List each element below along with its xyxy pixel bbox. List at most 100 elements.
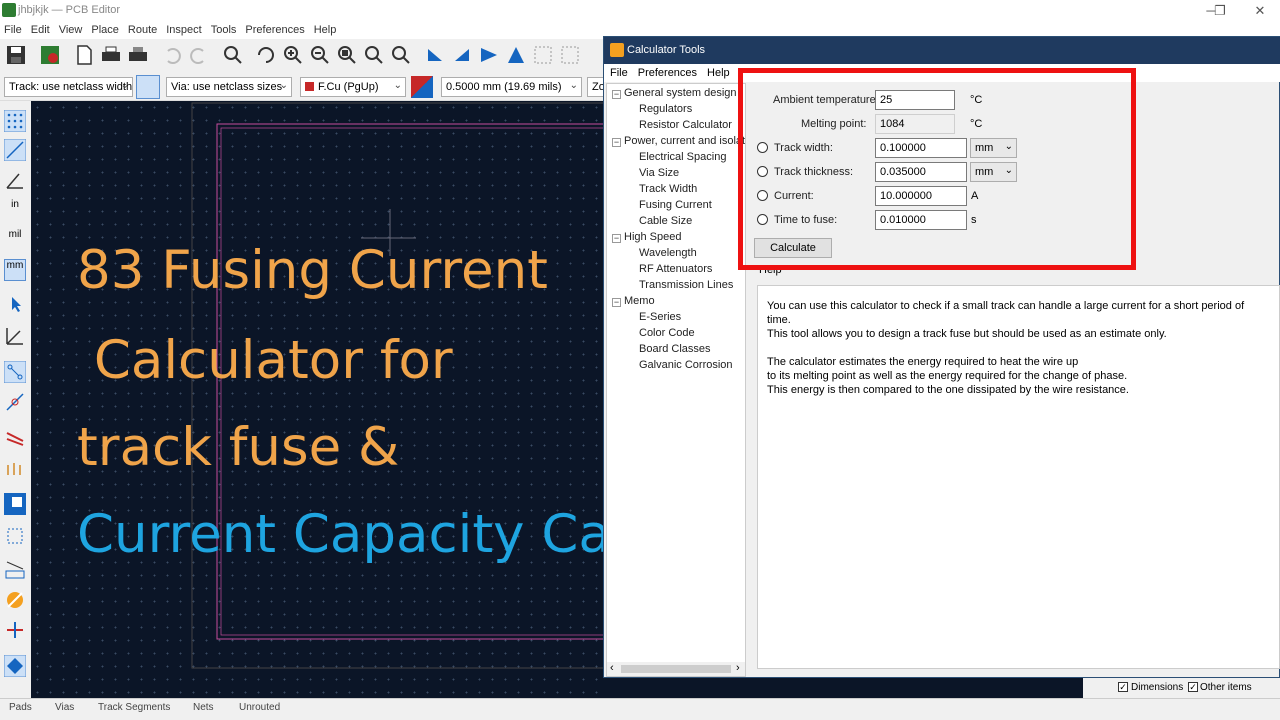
menu-preferences[interactable]: Preferences bbox=[241, 22, 309, 39]
units-inch-button[interactable]: in bbox=[4, 199, 26, 221]
zoom-selection-icon[interactable] bbox=[389, 43, 413, 67]
cursor-icon[interactable] bbox=[4, 293, 26, 315]
dimensions-checkbox[interactable]: ✓ bbox=[1118, 682, 1128, 692]
tree-item-fusing-current[interactable]: Fusing Current bbox=[639, 199, 712, 211]
status-pads: Pads bbox=[9, 702, 32, 713]
layers-icon[interactable] bbox=[4, 525, 26, 547]
print-icon[interactable] bbox=[99, 43, 123, 67]
refresh-icon[interactable] bbox=[254, 43, 278, 67]
scroll-left-icon[interactable]: ‹ bbox=[610, 662, 614, 674]
zoom-in-icon[interactable] bbox=[281, 43, 305, 67]
group-icon[interactable] bbox=[531, 43, 555, 67]
grid-dots-icon[interactable] bbox=[4, 110, 26, 132]
tree-item-electrical-spacing[interactable]: Electrical Spacing bbox=[639, 151, 726, 163]
status-bar: Pads Vias Track Segments Nets Unrouted bbox=[0, 698, 1280, 720]
tree-group-high-speed[interactable]: High Speed bbox=[624, 231, 682, 243]
calc-menu-help[interactable]: Help bbox=[701, 64, 734, 82]
cross-icon[interactable] bbox=[4, 619, 26, 641]
tree-item-color-code[interactable]: Color Code bbox=[639, 327, 695, 339]
menu-file[interactable]: File bbox=[0, 22, 27, 39]
mirror-icon[interactable] bbox=[504, 43, 528, 67]
tree-item-cable-size[interactable]: Cable Size bbox=[639, 215, 692, 227]
tree-item-regulators[interactable]: Regulators bbox=[639, 103, 692, 115]
other-items-checkbox[interactable]: ✓ bbox=[1188, 682, 1198, 692]
auto-track-width-icon[interactable] bbox=[136, 75, 160, 99]
collapse-icon[interactable]: − bbox=[612, 298, 621, 307]
tree-item-transmission-lines[interactable]: Transmission Lines bbox=[639, 279, 733, 291]
tree-group-memo[interactable]: Memo bbox=[624, 295, 655, 307]
tree-group-power[interactable]: Power, current and isolation bbox=[624, 135, 745, 147]
tree-item-track-width[interactable]: Track Width bbox=[639, 183, 697, 195]
find-icon[interactable] bbox=[221, 43, 245, 67]
track-width-select[interactable]: Track: use netclass width ⌄ bbox=[4, 77, 133, 97]
main-toolbar bbox=[0, 39, 605, 73]
menu-place[interactable]: Place bbox=[87, 22, 124, 39]
status-track-segments: Track Segments bbox=[98, 702, 171, 713]
calc-menu-preferences[interactable]: Preferences bbox=[632, 64, 701, 82]
show-pads-icon[interactable] bbox=[4, 391, 26, 413]
tree-item-resistor-calculator[interactable]: Resistor Calculator bbox=[639, 119, 732, 131]
status-vias: Vias bbox=[55, 702, 75, 713]
tracks-display-icon[interactable] bbox=[4, 425, 26, 447]
zoom-out-icon[interactable] bbox=[308, 43, 332, 67]
grid-overlay-icon[interactable] bbox=[4, 139, 26, 161]
flip-icon[interactable] bbox=[477, 43, 501, 67]
grid-select[interactable]: 0.5000 mm (19.69 mils) ⌄ bbox=[441, 77, 582, 97]
layer-pair-icon[interactable] bbox=[411, 76, 433, 98]
vias-display-icon[interactable] bbox=[4, 457, 26, 479]
tree-item-galvanic-corrosion[interactable]: Galvanic Corrosion bbox=[639, 359, 733, 371]
menu-route[interactable]: Route bbox=[124, 22, 162, 39]
net-highlight-icon[interactable] bbox=[4, 361, 26, 383]
zoom-objects-icon[interactable] bbox=[362, 43, 386, 67]
polar-coords-icon[interactable] bbox=[4, 169, 26, 191]
tree-item-rf-attenuators[interactable]: RF Attenuators bbox=[639, 263, 712, 275]
units-mm-label: mm bbox=[6, 260, 24, 271]
tree-item-wavelength[interactable]: Wavelength bbox=[639, 247, 697, 259]
ratsnest-icon[interactable] bbox=[4, 325, 26, 347]
close-icon[interactable]: ✕ bbox=[1245, 2, 1275, 20]
tree-group-general[interactable]: General system design bbox=[624, 87, 737, 99]
scroll-thumb[interactable] bbox=[621, 665, 731, 673]
ungroup-icon[interactable] bbox=[558, 43, 582, 67]
restore-icon[interactable]: ❐ bbox=[1205, 2, 1235, 20]
calculator-title: Calculator Tools bbox=[627, 44, 706, 56]
pcb-canvas[interactable] bbox=[31, 101, 605, 698]
3d-layers-icon[interactable] bbox=[4, 655, 26, 677]
rotate-ccw-icon[interactable] bbox=[423, 43, 447, 67]
tree-item-e-series[interactable]: E-Series bbox=[639, 311, 681, 323]
plot-icon[interactable] bbox=[126, 43, 150, 67]
calc-menu-file[interactable]: File bbox=[604, 64, 632, 82]
collapse-icon[interactable]: − bbox=[612, 138, 621, 147]
zones-icon[interactable] bbox=[4, 493, 26, 515]
menu-inspect[interactable]: Inspect bbox=[162, 22, 206, 39]
units-mm-button[interactable]: mm bbox=[4, 259, 26, 281]
menu-tools[interactable]: Tools bbox=[207, 22, 242, 39]
collapse-icon[interactable]: − bbox=[612, 90, 621, 99]
tool-tree: − General system design Regulators Resis… bbox=[606, 83, 746, 677]
tree-item-via-size[interactable]: Via Size bbox=[639, 167, 679, 179]
other-items-label: Other items bbox=[1200, 682, 1252, 693]
help-line: This energy is then compared to the one … bbox=[767, 384, 1129, 396]
tree-horizontal-scrollbar[interactable]: ‹ › bbox=[607, 662, 745, 676]
collapse-icon[interactable]: − bbox=[612, 234, 621, 243]
ruler-icon[interactable] bbox=[4, 559, 26, 581]
layer-select[interactable]: F.Cu (PgUp) ⌄ bbox=[300, 77, 406, 97]
new-page-icon[interactable] bbox=[72, 43, 96, 67]
menu-view[interactable]: View bbox=[55, 22, 88, 39]
units-mil-button[interactable]: mil bbox=[4, 229, 26, 251]
board-setup-icon[interactable] bbox=[38, 43, 62, 67]
via-size-select[interactable]: Via: use netclass sizes ⌄ bbox=[166, 77, 292, 97]
rotate-cw-icon[interactable] bbox=[450, 43, 474, 67]
redo-icon[interactable] bbox=[187, 43, 211, 67]
board-outline bbox=[191, 102, 605, 669]
highlight-frame bbox=[738, 68, 1136, 270]
menu-help[interactable]: Help bbox=[310, 22, 342, 39]
microwave-icon[interactable] bbox=[4, 589, 26, 611]
save-icon[interactable] bbox=[4, 43, 28, 67]
zoom-fit-icon[interactable] bbox=[335, 43, 359, 67]
chevron-down-icon: ⌄ bbox=[120, 80, 129, 91]
tree-item-board-classes[interactable]: Board Classes bbox=[639, 343, 711, 355]
menu-edit[interactable]: Edit bbox=[27, 22, 55, 39]
scroll-right-icon[interactable]: › bbox=[736, 662, 740, 674]
undo-icon[interactable] bbox=[160, 43, 184, 67]
